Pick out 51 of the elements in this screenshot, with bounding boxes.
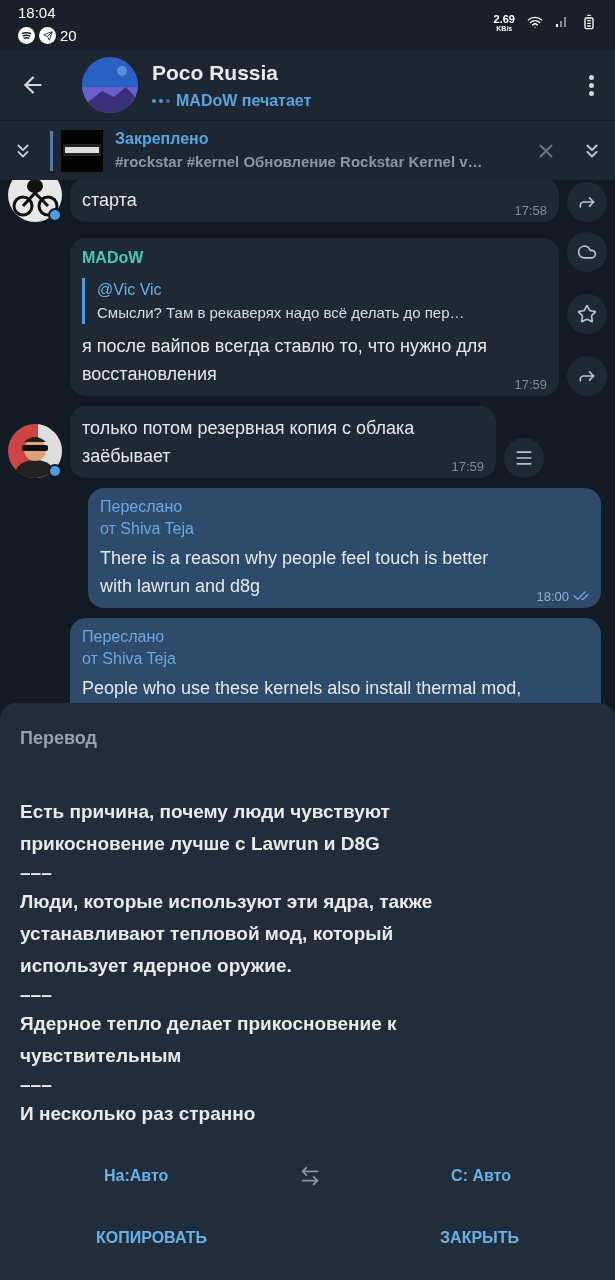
reply-quote[interactable]: @Vic Vic Смысли? Там в рекаверях надо всё делать до пер… (82, 277, 547, 324)
music-app-icon (18, 27, 35, 45)
wifi-icon (527, 14, 543, 30)
reply-author: @Vic Vic (97, 279, 163, 300)
message-time: 17:59 (451, 457, 484, 476)
separator-text: ––– (20, 1073, 53, 1097)
forwarded-from: от Shiva Teja (100, 519, 195, 539)
star-icon (577, 304, 597, 324)
message-text: There is a reason why people feel touch is better with lawrun and d8g (100, 547, 490, 598)
separator-text: ––– (20, 983, 53, 1007)
message-text: People who use these kernels also install thermal mod, (82, 677, 523, 700)
pinned-label: Закреплено (115, 129, 210, 150)
cloud-button[interactable] (567, 232, 607, 272)
reply-text: Смысли? Там в рекаверях надо всё делать до пер… (97, 302, 466, 323)
forward-button[interactable] (567, 356, 607, 396)
copy-button[interactable]: КОПИРОВАТЬ (96, 1226, 207, 1250)
network-speed: 2.69 (493, 14, 515, 25)
close-sheet-button[interactable]: ЗАКРЫТЬ (440, 1226, 519, 1250)
forwarded-label: Переслано (100, 497, 184, 517)
clock: 18:04 (18, 3, 57, 23)
sender-name: MADoW (82, 247, 145, 268)
target-language-button[interactable]: На:Авто (104, 1164, 169, 1188)
signal-icon (555, 14, 569, 28)
translation-text: Есть причина, почему люди чувствуют прикосновение лучше с Lawrun и D8G (20, 800, 391, 856)
separator-text: ––– (20, 861, 53, 885)
translation-text: Люди, которые используют эти ядра, также устанавливают тепловой мод, который использует ядерное оружие. (20, 890, 434, 978)
pinned-text: #rockstar #kernel Обновление Rockstar Kernel v… (115, 152, 484, 173)
chat-title: Poco Russia (152, 60, 280, 87)
forwarded-from: от Shiva Teja (82, 649, 177, 669)
forwarded-label: Переслано (82, 627, 166, 647)
translation-text: И несколько раз странно (20, 1102, 257, 1126)
menu-icon (514, 448, 534, 468)
more-icon (588, 74, 595, 96)
source-language-button[interactable]: С: Авто (451, 1164, 511, 1188)
star-button[interactable] (567, 294, 607, 334)
message-text: я после вайпов всегда ставлю то, что нужно для восстановления (82, 335, 488, 386)
menu-button[interactable] (504, 438, 544, 478)
sheet-title: Перевод (20, 727, 98, 750)
message-text: старта (82, 189, 138, 212)
typing-dots-icon (152, 98, 170, 103)
message-time: 17:58 (514, 201, 547, 220)
message-time: 18:00 (536, 587, 569, 606)
message-text: только потом резервная копия с облака заёбывает (82, 417, 416, 468)
cloud-icon (577, 242, 597, 262)
typing-status: MADoW печатает (176, 90, 312, 111)
forward-button[interactable] (567, 182, 607, 222)
more-button[interactable] (588, 74, 595, 96)
battery-icon (581, 14, 597, 30)
translation-text: Ядерное тепло делает прикосновение к чувствительным (20, 1012, 398, 1068)
notification-count: 20 (60, 25, 77, 46)
message-time: 17:59 (514, 375, 547, 394)
